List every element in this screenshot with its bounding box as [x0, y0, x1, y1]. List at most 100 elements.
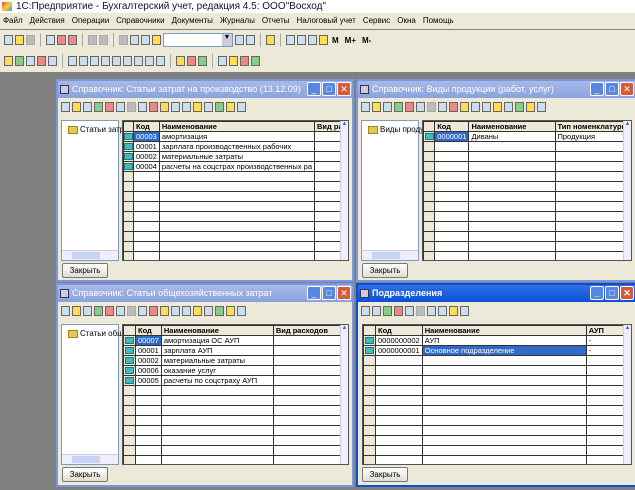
toolbar-button-icon[interactable] — [460, 102, 469, 112]
table-cell[interactable]: зарплата производственных рабочих — [158, 141, 316, 152]
table-cell[interactable]: 0000000001 — [375, 345, 423, 356]
empty-row[interactable] — [123, 191, 348, 202]
table-cell[interactable] — [434, 231, 470, 242]
empty-row[interactable] — [423, 191, 631, 202]
close-button[interactable]: ✕ — [620, 82, 634, 96]
table-cell[interactable] — [434, 251, 470, 260]
table-cell[interactable] — [421, 395, 587, 406]
table-cell[interactable] — [434, 211, 470, 222]
table-cell[interactable] — [554, 171, 631, 182]
table-cell[interactable] — [421, 405, 587, 416]
toolbar-button-icon[interactable] — [383, 306, 392, 316]
vertical-scrollbar[interactable]: ▲ — [340, 121, 348, 260]
table-cell[interactable] — [468, 201, 556, 212]
toolbar-button-icon[interactable] — [251, 56, 260, 66]
empty-row[interactable] — [363, 415, 630, 426]
table-cell[interactable] — [160, 415, 274, 426]
toolbar-button-icon[interactable] — [405, 306, 414, 316]
table-cell[interactable] — [158, 191, 316, 202]
toolbar-button-icon[interactable] — [83, 306, 92, 316]
table-cell[interactable]: амортизация ОС АУП — [160, 335, 274, 346]
table-cell[interactable] — [272, 375, 348, 386]
table-cell[interactable] — [158, 201, 316, 212]
empty-row[interactable] — [363, 405, 630, 416]
toolbar-button-icon[interactable] — [438, 306, 447, 316]
table-cell[interactable] — [133, 181, 160, 192]
table-cell[interactable] — [272, 455, 348, 464]
column-header[interactable]: Код — [434, 121, 470, 132]
toolbar-button-icon[interactable] — [504, 102, 513, 112]
table-cell[interactable] — [375, 425, 423, 436]
menu-item-6[interactable]: Отчеты — [262, 13, 290, 29]
toolbar-button-icon[interactable] — [319, 35, 328, 45]
toolbar-button-icon[interactable] — [416, 102, 425, 112]
table-cell[interactable]: 00007 — [135, 335, 162, 346]
table-row[interactable]: 00001 зарплата АУП — [123, 345, 348, 356]
table-cell[interactable] — [133, 241, 160, 252]
menu-item-5[interactable]: Журналы — [220, 13, 255, 29]
table-cell[interactable]: 00003 — [133, 131, 160, 142]
maximize-button[interactable]: □ — [605, 82, 619, 96]
table-cell[interactable] — [421, 415, 587, 426]
table-cell[interactable] — [375, 405, 423, 416]
empty-row[interactable] — [423, 161, 631, 172]
toolbar-button-icon[interactable] — [493, 102, 502, 112]
column-header[interactable]: Наименование — [160, 325, 274, 336]
toolbar-button-icon[interactable] — [427, 102, 436, 112]
toolbar-button-icon[interactable] — [297, 35, 306, 45]
empty-row[interactable] — [123, 241, 348, 252]
table-row[interactable]: 00002 материальные затраты — [123, 355, 348, 366]
table-cell[interactable] — [135, 425, 162, 436]
empty-row[interactable] — [123, 445, 348, 456]
toolbar-button-icon[interactable] — [198, 56, 207, 66]
empty-row[interactable] — [123, 385, 348, 396]
column-header[interactable]: Код — [135, 325, 162, 336]
empty-row[interactable] — [363, 435, 630, 446]
table-cell[interactable] — [434, 221, 470, 232]
table-cell[interactable] — [554, 151, 631, 162]
toolbar-button-icon[interactable] — [94, 306, 103, 316]
table-cell[interactable] — [375, 375, 423, 386]
toolbar-button-icon[interactable] — [156, 56, 165, 66]
toolbar-button-icon[interactable] — [438, 102, 447, 112]
table-cell[interactable] — [375, 435, 423, 446]
toolbar-button-icon[interactable] — [218, 56, 227, 66]
table-cell[interactable] — [421, 455, 587, 464]
table-cell[interactable] — [434, 141, 470, 152]
empty-row[interactable] — [123, 405, 348, 416]
table-cell[interactable]: 00005 — [135, 375, 162, 386]
empty-row[interactable] — [123, 221, 348, 232]
table-cell[interactable] — [434, 181, 470, 192]
table-cell[interactable] — [468, 151, 556, 162]
table-cell[interactable]: Продукция — [554, 131, 631, 142]
horizontal-scrollbar[interactable] — [62, 454, 118, 464]
table-cell[interactable] — [272, 395, 348, 406]
toolbar-button-icon[interactable] — [119, 35, 128, 45]
group-tree[interactable]: Статьи общехо — [61, 324, 136, 465]
toolbar-button-icon[interactable] — [83, 102, 92, 112]
table-cell[interactable] — [158, 241, 316, 252]
empty-row[interactable] — [123, 455, 348, 464]
toolbar-button-icon[interactable] — [141, 35, 150, 45]
empty-row[interactable] — [363, 455, 630, 464]
empty-row[interactable] — [123, 425, 348, 436]
window-title-bar[interactable]: Подразделения _ □ ✕ — [358, 285, 635, 302]
column-header[interactable]: Тип номенклатуры — [554, 121, 631, 132]
toolbar-button-icon[interactable] — [127, 102, 136, 112]
toolbar-button-icon[interactable] — [204, 306, 213, 316]
group-tree[interactable]: Виды продукции (р — [361, 120, 451, 261]
memory-mminus-button[interactable]: M- — [362, 36, 371, 45]
table-cell[interactable]: 00001 — [133, 141, 160, 152]
toolbar-button-icon[interactable] — [427, 306, 436, 316]
minimize-button[interactable]: _ — [307, 82, 321, 96]
maximize-button[interactable]: □ — [322, 286, 336, 300]
empty-row[interactable] — [123, 201, 348, 212]
toolbar-button-icon[interactable] — [176, 56, 185, 66]
menu-item-1[interactable]: Действия — [30, 13, 65, 29]
table-cell[interactable]: 00004 — [133, 161, 160, 172]
table-cell[interactable] — [375, 385, 423, 396]
toolbar-button-icon[interactable] — [138, 102, 147, 112]
close-window-button[interactable]: Закрыть — [362, 467, 408, 482]
table-cell[interactable] — [158, 171, 316, 182]
toolbar-button-icon[interactable] — [235, 35, 244, 45]
